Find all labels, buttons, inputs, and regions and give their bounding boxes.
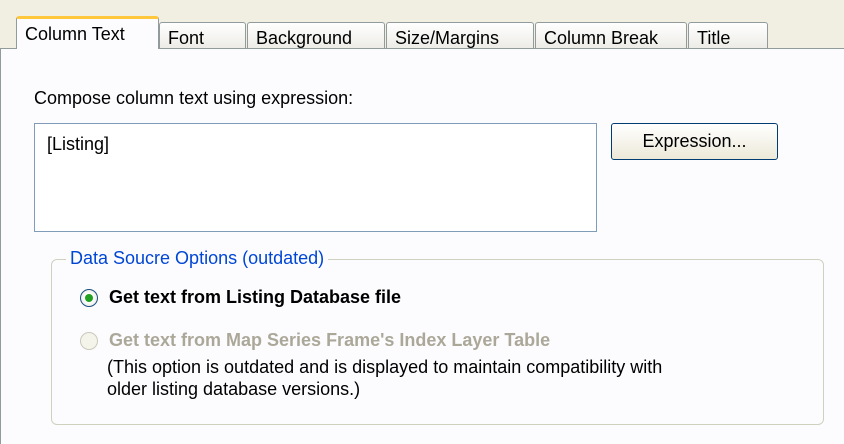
tab-column-break[interactable]: Column Break: [535, 22, 687, 49]
radio-label-index-layer-table: Get text from Map Series Frame's Index L…: [109, 330, 551, 350]
data-source-options-group: Data Soucre Options (outdated) Get text …: [51, 248, 824, 425]
tab-strip: Column Text Font Background Size/Margins…: [0, 0, 844, 49]
outdated-option-note: (This option is outdated and is displaye…: [107, 356, 797, 400]
tab-column-text[interactable]: Column Text: [16, 16, 159, 49]
note-line-1: (This option is outdated and is displaye…: [107, 357, 663, 377]
expression-prompt-label: Compose column text using expression:: [34, 88, 354, 108]
note-line-2: older listing database versions.): [107, 379, 361, 399]
radio-button-disabled: [80, 332, 98, 350]
tab-font[interactable]: Font: [159, 22, 246, 49]
tab-background[interactable]: Background: [247, 22, 385, 49]
radio-button-checked[interactable]: [80, 289, 98, 307]
data-source-group-legend: Data Soucre Options (outdated): [66, 248, 329, 269]
expression-textbox[interactable]: [Listing]: [34, 123, 597, 232]
expression-button[interactable]: Expression...: [611, 123, 778, 160]
tab-title[interactable]: Title: [688, 22, 768, 49]
tab-size-margins[interactable]: Size/Margins: [386, 22, 534, 49]
radio-dot-icon: [85, 294, 93, 302]
radio-label-listing-database[interactable]: Get text from Listing Database file: [109, 287, 401, 308]
